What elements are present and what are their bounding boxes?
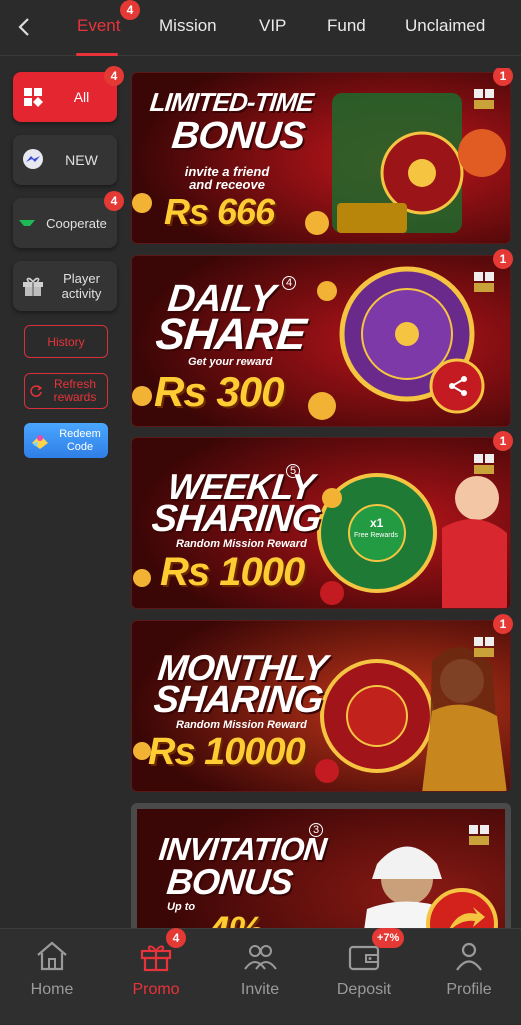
tab-unclaimed[interactable]: Unclaimed [405, 16, 485, 36]
brand-logo-icon [472, 87, 496, 111]
all-badge: 4 [104, 66, 124, 86]
nav-profile[interactable]: Profile [417, 929, 521, 1025]
sidebar-item-player-activity[interactable]: Player activity [13, 261, 117, 311]
promo-badge: 4 [166, 928, 186, 948]
nav-label: Deposit [336, 981, 392, 998]
banner-title-line2: SHARING [151, 679, 325, 721]
sidebar-item-label: All [73, 88, 90, 105]
nav-label: Profile [446, 981, 492, 998]
refresh-rewards-label: Refresh rewards [53, 377, 97, 404]
sidebar-item-cooperate[interactable]: Cooperate [13, 198, 117, 248]
banner-amount: Rs 10000 [148, 731, 306, 773]
bottom-nav: Home Promo 4 Invite Deposit +7% Profile [0, 928, 521, 1024]
banner-number: 5 [286, 464, 300, 478]
sidebar-item-new[interactable]: NEW [13, 135, 117, 185]
banner-title-line2: BONUS [169, 115, 307, 157]
banner-number: 3 [309, 823, 323, 837]
active-tab-indicator [76, 53, 118, 56]
wheel-multiplier: x1 [370, 516, 384, 530]
banner-amount: Rs 666 [164, 191, 275, 232]
banner-limited-time-bonus[interactable]: LIMITED-TIME BONUS invite a friend and r… [131, 72, 511, 244]
nav-label: Home [30, 981, 74, 998]
banner-subtitle: Get your reward [188, 356, 273, 368]
people-icon [244, 945, 277, 970]
tab-event-badge: 4 [120, 0, 140, 20]
nav-label: Promo [132, 981, 180, 998]
history-button[interactable]: History [24, 325, 108, 358]
refresh-icon [29, 384, 43, 398]
refresh-rewards-button[interactable]: Refresh rewards [24, 373, 108, 409]
banner-badge: 1 [493, 249, 513, 269]
banner-amount: 4% [207, 909, 264, 928]
banner-weekly-sharing[interactable]: WEEKLY 5 SHARING Random Mission Reward R… [131, 437, 511, 609]
banner-monthly-sharing[interactable]: MONTHLY SHARING Random Mission Reward Rs… [131, 620, 511, 792]
brand-logo-icon [472, 452, 496, 476]
tab-vip[interactable]: VIP [259, 16, 286, 36]
history-label: History [47, 334, 85, 349]
redeem-code-button[interactable]: Redeem Code [24, 423, 108, 458]
tab-mission[interactable]: Mission [159, 16, 217, 36]
tab-fund[interactable]: Fund [327, 16, 366, 36]
banner-subtitle: invite a friend and receove [184, 164, 270, 192]
banner-amount: Rs 1000 [160, 550, 305, 594]
handshake-icon [18, 210, 36, 236]
top-bar: Event 4 Mission VIP Fund Unclaimed [0, 0, 521, 56]
banner-title-line2: BONUS [164, 861, 295, 902]
banner-badge: 1 [493, 431, 513, 451]
sidebar-item-label: NEW [65, 151, 98, 168]
deposit-bonus-badge: +7% [372, 928, 405, 948]
nav-home[interactable]: Home [0, 929, 104, 1025]
sidebar-item-all[interactable]: All [13, 72, 117, 122]
person-icon [456, 942, 482, 971]
home-icon [37, 941, 67, 971]
promo-list: LIMITED-TIME BONUS invite a friend and r… [131, 68, 514, 928]
sidebar: All 4 NEW Cooperate 4 Player activity Hi… [0, 57, 128, 927]
banner-title-line2: SHARE [153, 310, 308, 359]
banner-daily-share[interactable]: DAILY 4 SHARE Get your reward Rs 300 [131, 255, 511, 427]
redeem-code-label: Redeem Code [59, 427, 101, 453]
banner-subtitle: Random Mission Reward [176, 719, 307, 731]
brand-logo-icon [472, 635, 496, 659]
messenger-icon [20, 147, 46, 173]
sidebar-item-label: Cooperate [46, 215, 107, 231]
banner-badge: 1 [493, 614, 513, 634]
banner-amount: Rs 300 [154, 368, 284, 415]
brand-logo-icon [472, 270, 496, 294]
banner-title-line1: LIMITED-TIME [148, 87, 315, 117]
banner-subtitle: Random Mission Reward [176, 538, 307, 550]
tab-event[interactable]: Event [77, 16, 120, 36]
wheel-free-rewards: Free Rewards [354, 532, 398, 539]
banner-subtitle: Up to [167, 901, 196, 913]
banner-title-line2: SHARING [149, 498, 323, 540]
banner-invitation-bonus[interactable]: INVITATION 3 BONUS Up to 4% [131, 803, 511, 928]
redeem-icon [28, 429, 52, 453]
gift-icon [20, 273, 46, 299]
nav-invite[interactable]: Invite [208, 929, 312, 1025]
grid-icon [20, 84, 46, 110]
cooperate-badge: 4 [104, 191, 124, 211]
brand-logo-icon [467, 823, 491, 847]
banner-number: 4 [282, 276, 296, 290]
nav-promo[interactable]: Promo [104, 929, 208, 1025]
sidebar-item-label: Player activity [61, 271, 102, 301]
nav-label: Invite [240, 981, 280, 998]
back-chevron-icon[interactable] [12, 14, 38, 40]
